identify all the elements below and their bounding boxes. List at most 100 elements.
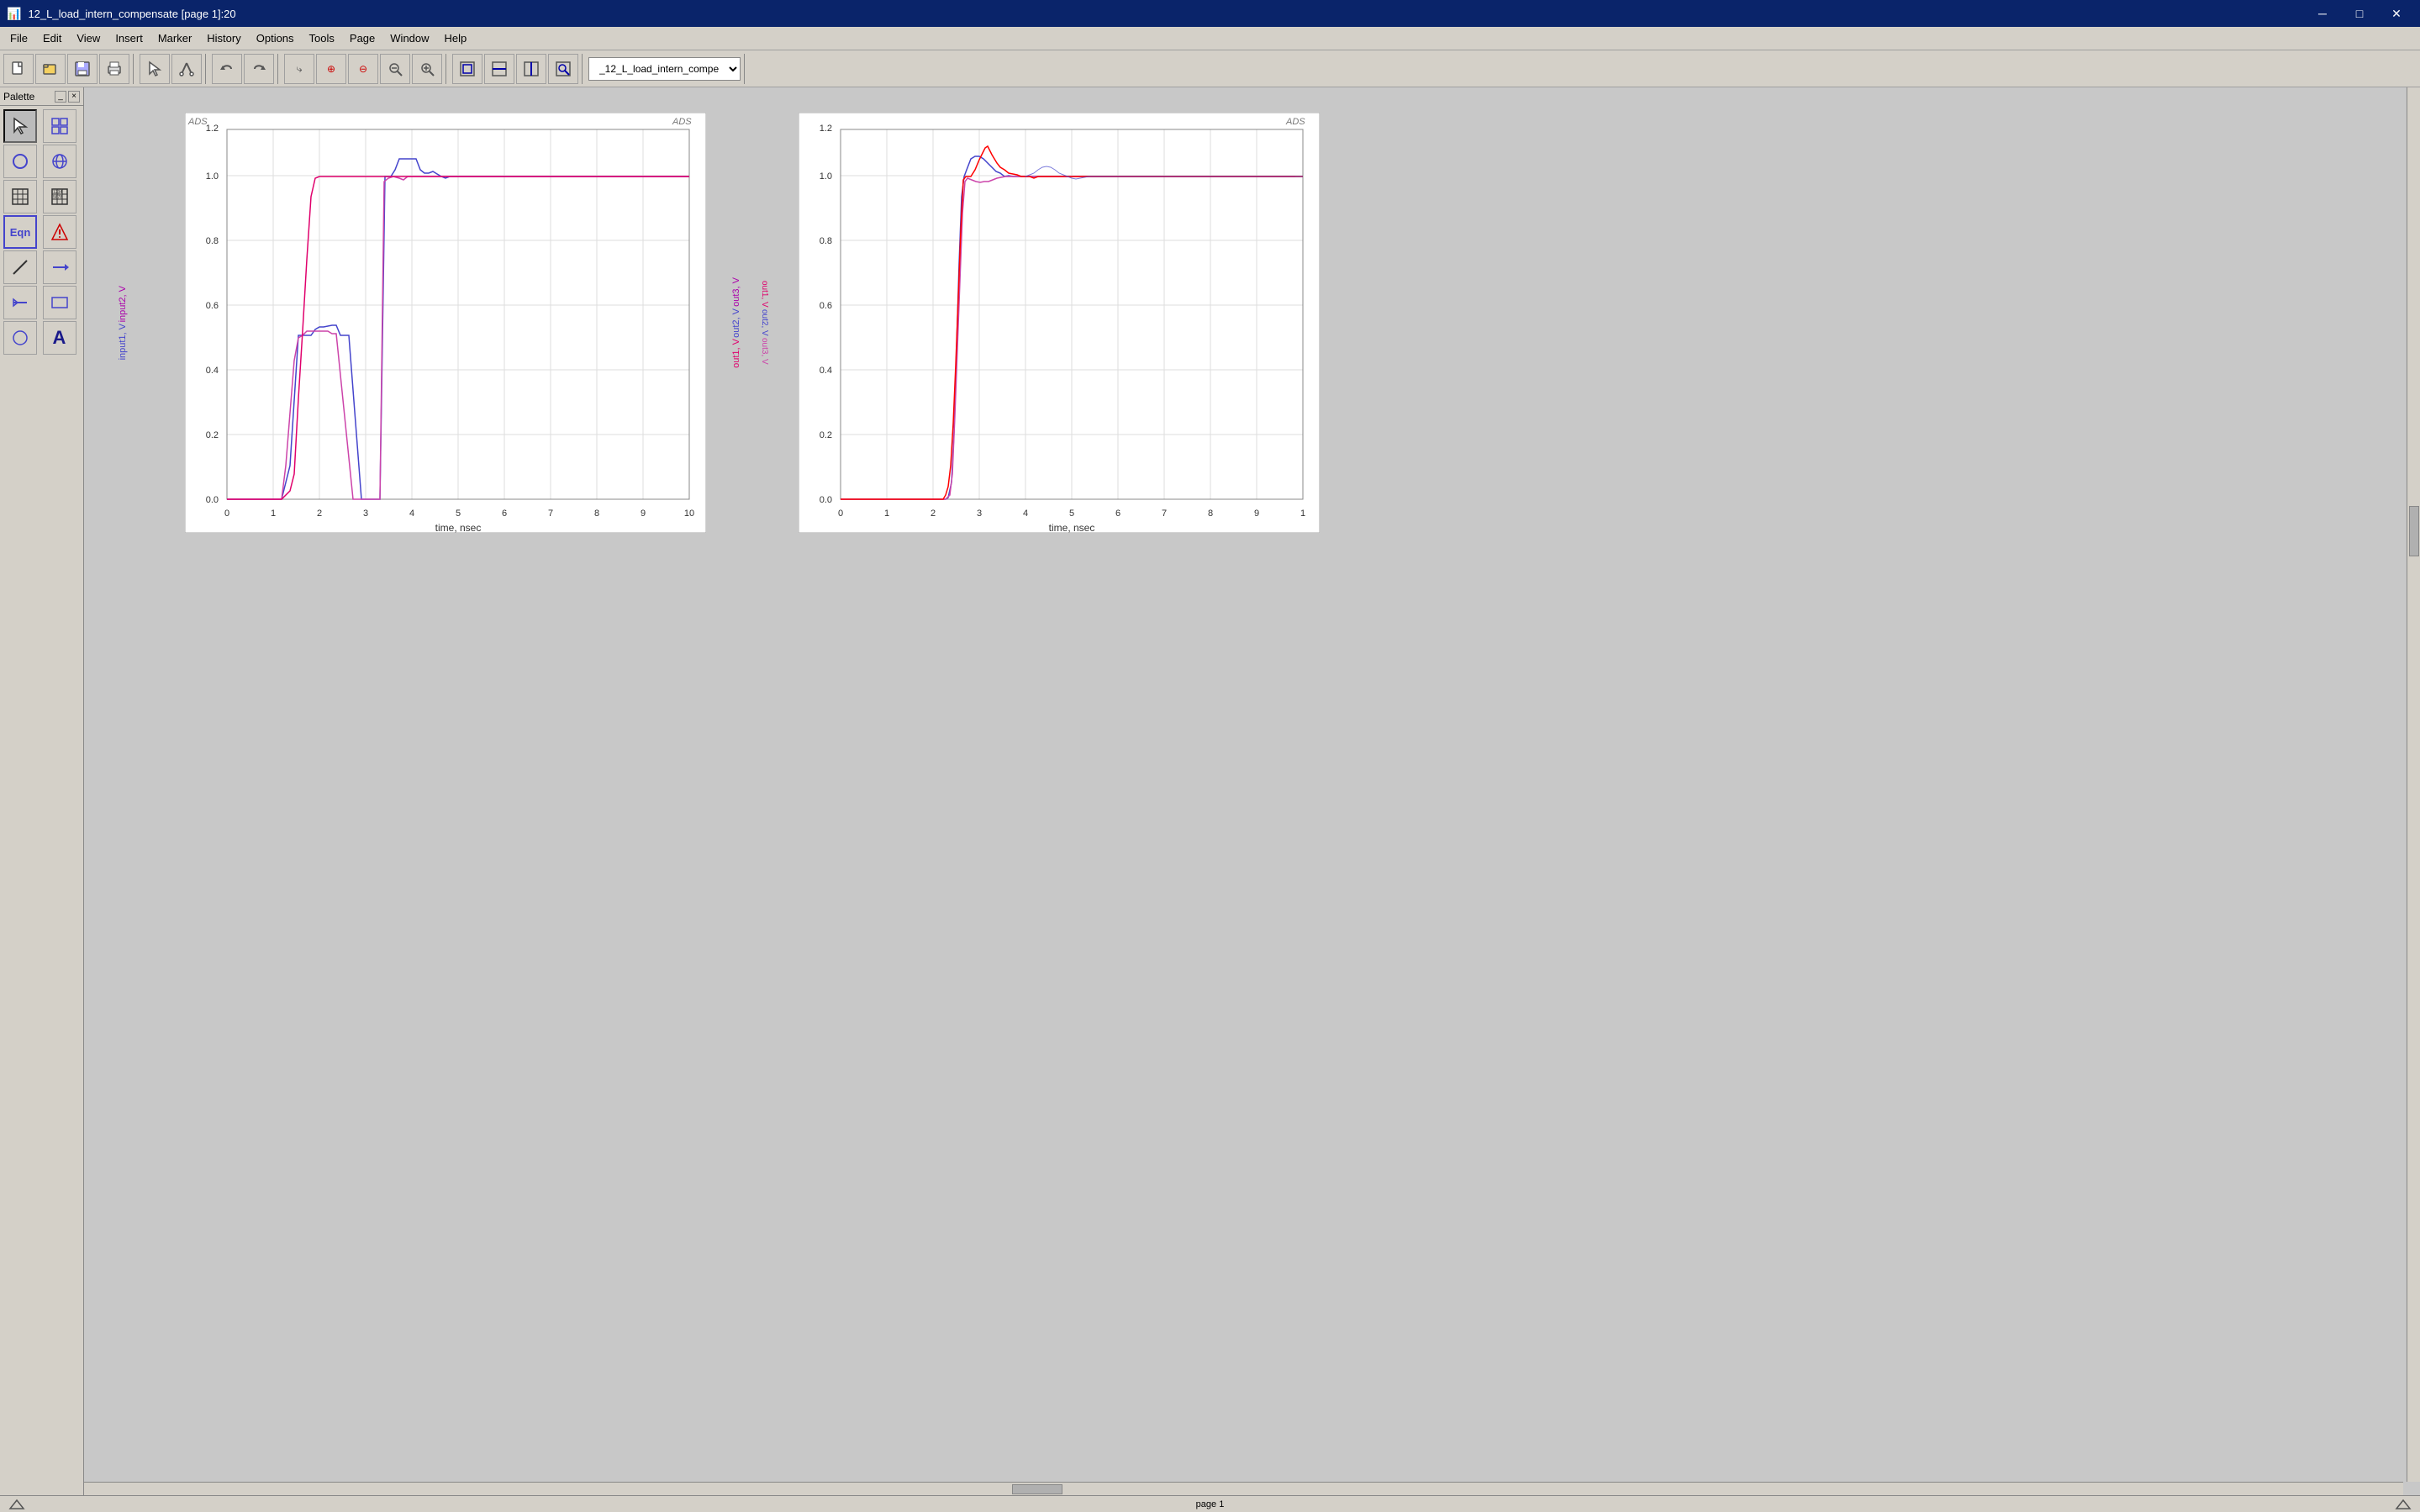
save-button[interactable] (67, 54, 98, 84)
tool-text[interactable]: A (43, 321, 76, 355)
tool-line[interactable] (3, 250, 37, 284)
svg-text:1: 1 (1300, 508, 1305, 519)
zoom-y-button[interactable] (516, 54, 546, 84)
sep6 (744, 54, 747, 84)
svg-text:ADS: ADS (1285, 117, 1305, 127)
add-marker-button[interactable]: ⊕ (316, 54, 346, 84)
svg-text:0.0: 0.0 (206, 495, 219, 505)
title-bar: 📊 12_L_load_intern_compensate [page 1]:2… (0, 0, 2420, 27)
close-button[interactable]: ✕ (2380, 2, 2413, 25)
svg-text:5678: 5678 (53, 195, 62, 200)
svg-text:5: 5 (456, 508, 461, 519)
svg-text:1.2: 1.2 (206, 124, 219, 134)
sep1 (133, 54, 136, 84)
svg-text:3: 3 (363, 508, 368, 519)
app-icon: 📊 (7, 7, 21, 21)
tool-arrow[interactable] (43, 250, 76, 284)
cut-button[interactable] (171, 54, 202, 84)
plot1-wrapper: input2, V input1, V ADS ADS (185, 113, 706, 533)
tool-globe[interactable] (43, 145, 76, 178)
minimize-button[interactable]: ─ (2306, 2, 2339, 25)
zoom-in-button[interactable] (412, 54, 442, 84)
palette-minimize[interactable]: _ (55, 91, 66, 103)
vertical-scroll-thumb[interactable] (2409, 506, 2419, 556)
svg-text:ADS: ADS (187, 117, 208, 127)
tool-warning[interactable] (43, 215, 76, 249)
svg-text:ADS: ADS (672, 117, 692, 127)
zoom-out-button[interactable] (380, 54, 410, 84)
print-button[interactable] (99, 54, 129, 84)
main-area: Palette _ × 12345678 (0, 87, 2420, 1495)
new-button[interactable] (3, 54, 34, 84)
vertical-scrollbar[interactable] (2407, 87, 2420, 1482)
undo-button[interactable] (212, 54, 242, 84)
svg-text:0.8: 0.8 (820, 236, 832, 246)
svg-text:1.0: 1.0 (206, 171, 219, 182)
status-bar: page 1 (0, 1495, 2420, 1512)
menu-window[interactable]: Window (383, 29, 435, 47)
svg-text:0.4: 0.4 (820, 366, 832, 376)
tool-grid[interactable] (43, 109, 76, 143)
svg-text:6: 6 (502, 508, 507, 519)
toolbar: ⤷ ⊕ ⊖ _12_L_load_intern_compe (0, 50, 2420, 87)
menu-history[interactable]: History (200, 29, 247, 47)
svg-text:time, nsec: time, nsec (1049, 522, 1095, 533)
tool-circle-filled[interactable] (3, 321, 37, 355)
menu-bar: File Edit View Insert Marker History Opt… (0, 27, 2420, 50)
window-title: 12_L_load_intern_compensate [page 1]:20 (28, 8, 235, 20)
svg-text:8: 8 (594, 508, 599, 519)
zoom-x-button[interactable] (484, 54, 514, 84)
pointer-button[interactable] (140, 54, 170, 84)
palette-controls: _ × (55, 91, 80, 103)
tool-pointer[interactable] (3, 109, 37, 143)
svg-text:4: 4 (1023, 508, 1028, 519)
tool-number-label[interactable]: 12345678 (43, 180, 76, 213)
svg-text:0: 0 (838, 508, 843, 519)
menu-view[interactable]: View (70, 29, 107, 47)
remove-marker-button[interactable]: ⊖ (348, 54, 378, 84)
redo-button[interactable] (244, 54, 274, 84)
menu-file[interactable]: File (3, 29, 34, 47)
sep2 (205, 54, 208, 84)
tool-circle-outline[interactable] (3, 145, 37, 178)
svg-text:0.2: 0.2 (206, 430, 219, 440)
tool-equation[interactable]: Eqn (3, 215, 37, 249)
tool-table-small[interactable] (3, 180, 37, 213)
menu-edit[interactable]: Edit (36, 29, 68, 47)
sep4 (446, 54, 449, 84)
horizontal-scroll-thumb[interactable] (1012, 1484, 1062, 1494)
plots-container: input2, V input1, V ADS ADS (84, 87, 2420, 583)
open-button[interactable] (35, 54, 66, 84)
menu-help[interactable]: Help (438, 29, 474, 47)
svg-text:time, nsec: time, nsec (435, 522, 482, 533)
menu-page[interactable]: Page (343, 29, 382, 47)
tool-rectangle[interactable] (43, 286, 76, 319)
maximize-button[interactable]: □ (2343, 2, 2376, 25)
svg-text:8: 8 (1208, 508, 1213, 519)
simulation-dropdown[interactable]: _12_L_load_intern_compe (588, 57, 741, 81)
probe-button[interactable]: ⤷ (284, 54, 314, 84)
menu-insert[interactable]: Insert (108, 29, 150, 47)
svg-text:0.2: 0.2 (820, 430, 832, 440)
window-controls: ─ □ ✕ (2306, 2, 2413, 25)
svg-text:1.0: 1.0 (820, 171, 832, 182)
menu-marker[interactable]: Marker (151, 29, 198, 47)
sep3 (277, 54, 281, 84)
tool-arrow-left[interactable] (3, 286, 37, 319)
menu-options[interactable]: Options (250, 29, 301, 47)
canvas-area: input2, V input1, V ADS ADS (84, 87, 2420, 1495)
svg-text:0.4: 0.4 (206, 366, 219, 376)
zoom-box-button[interactable] (548, 54, 578, 84)
palette-title: Palette (3, 91, 34, 103)
svg-text:0.6: 0.6 (206, 301, 219, 311)
palette-tools: 12345678 Eqn A (0, 106, 83, 358)
plot2-svg: ADS 0.0 0.2 0.4 0.6 0.8 1.0 1 (799, 113, 1320, 533)
fit-all-button[interactable] (452, 54, 482, 84)
menu-tools[interactable]: Tools (303, 29, 341, 47)
plot1-y-axis-area: input2, V input1, V (118, 113, 128, 533)
status-left-icon (8, 1499, 25, 1510)
horizontal-scrollbar[interactable] (84, 1482, 2403, 1495)
palette-close[interactable]: × (68, 91, 80, 103)
status-right-icon (2395, 1499, 2412, 1510)
svg-text:2: 2 (317, 508, 322, 519)
